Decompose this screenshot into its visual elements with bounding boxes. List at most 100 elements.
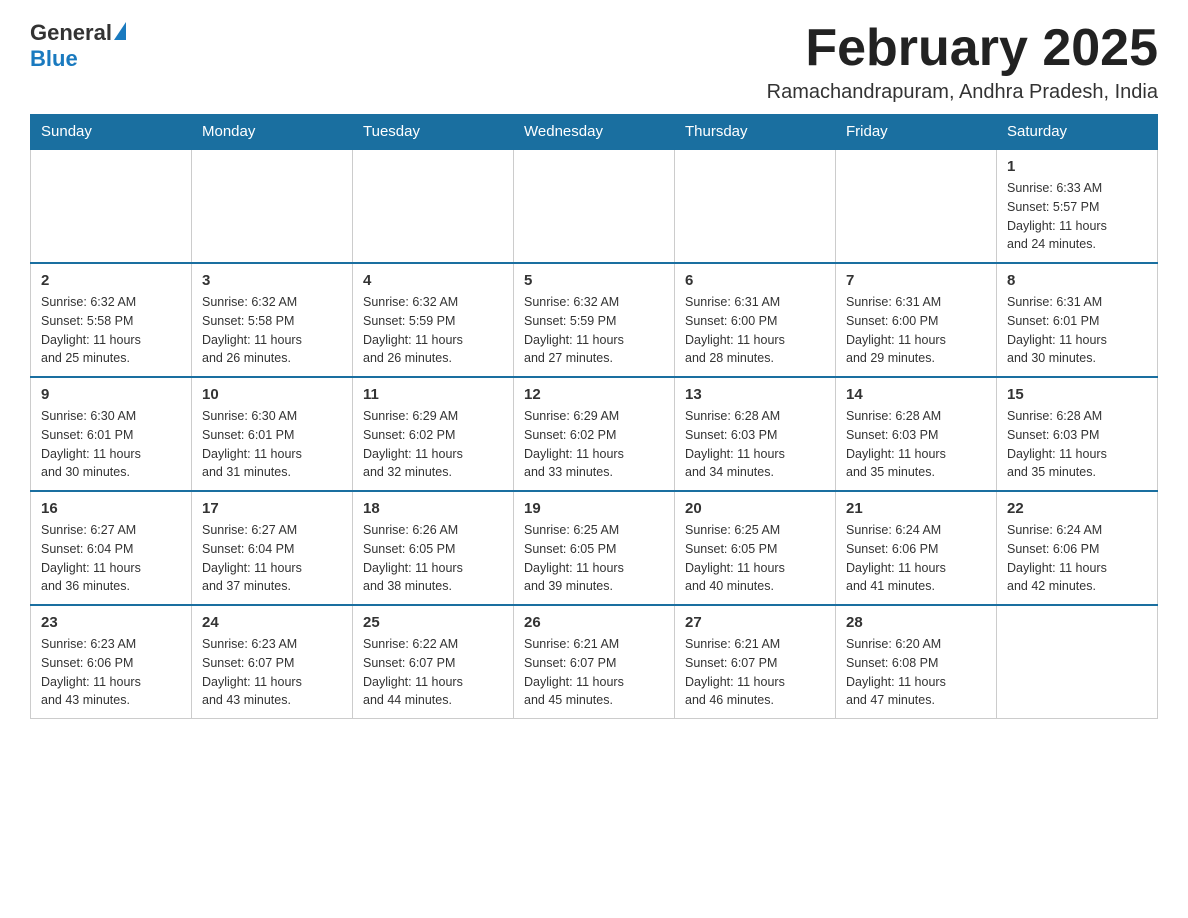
- calendar-cell-w2-d1: 10Sunrise: 6:30 AMSunset: 6:01 PMDayligh…: [192, 377, 353, 491]
- day-info: Sunrise: 6:29 AMSunset: 6:02 PMDaylight:…: [524, 407, 664, 482]
- day-info: Sunrise: 6:24 AMSunset: 6:06 PMDaylight:…: [846, 521, 986, 596]
- calendar-cell-w1-d4: 6 Sunrise: 6:31 AMSunset: 6:00 PMDaylight…: [675, 263, 836, 377]
- calendar-cell-w1-d6: 8 Sunrise: 6:31 AMSunset: 6:01 PMDaylight…: [997, 263, 1158, 377]
- calendar-cell-w3-d6: 22 Sunrise: 6:24 AMSunset: 6:06 PMDayligh…: [997, 491, 1158, 605]
- calendar-cell-w1-d2: 4Sunrise: 6:32 AMSunset: 5:59 PMDaylight…: [353, 263, 514, 377]
- calendar-cell-w4-d3: 26Sunrise: 6:21 AMSunset: 6:07 PMDayligh…: [514, 605, 675, 719]
- day-number: 1: [1007, 158, 1147, 175]
- day-number: 8: [1007, 272, 1147, 289]
- weekday-header-tuesday: Tuesday: [353, 115, 514, 150]
- weekday-header-thursday: Thursday: [675, 115, 836, 150]
- calendar-cell-w0-d6: 1 Sunrise: 6:33 AMSunset: 5:57 PMDaylight…: [997, 149, 1158, 263]
- day-number: 2: [41, 272, 181, 289]
- day-info: Sunrise: 6:32 AMSunset: 5:58 PMDaylight:…: [202, 293, 342, 368]
- weekday-header-monday: Monday: [192, 115, 353, 150]
- day-number: 23: [41, 614, 181, 631]
- day-number: 25: [363, 614, 503, 631]
- day-number: 7: [846, 272, 986, 289]
- day-info: Sunrise: 6:21 AMSunset: 6:07 PMDaylight:…: [524, 635, 664, 710]
- day-number: 5: [524, 272, 664, 289]
- day-info: Sunrise: 6:29 AMSunset: 6:02 PMDaylight:…: [363, 407, 503, 482]
- calendar-table: SundayMondayTuesdayWednesdayThursdayFrid…: [30, 114, 1158, 719]
- logo-general-text: General: [30, 20, 112, 46]
- day-info: Sunrise: 6:28 AMSunset: 6:03 PMDaylight:…: [685, 407, 825, 482]
- weekday-header-friday: Friday: [836, 115, 997, 150]
- weekday-header-row: SundayMondayTuesdayWednesdayThursdayFrid…: [31, 115, 1158, 150]
- location-label: Ramachandrapuram, Andhra Pradesh, India: [767, 81, 1158, 104]
- week-row-0: 1 Sunrise: 6:33 AMSunset: 5:57 PMDaylight…: [31, 149, 1158, 263]
- day-info: Sunrise: 6:25 AMSunset: 6:05 PMDaylight:…: [685, 521, 825, 596]
- calendar-cell-w3-d1: 17 Sunrise: 6:27 AMSunset: 6:04 PMDayligh…: [192, 491, 353, 605]
- day-number: 9: [41, 386, 181, 403]
- calendar-cell-w1-d3: 5 Sunrise: 6:32 AMSunset: 5:59 PMDaylight…: [514, 263, 675, 377]
- calendar-cell-w3-d4: 20 Sunrise: 6:25 AMSunset: 6:05 PMDayligh…: [675, 491, 836, 605]
- calendar-cell-w0-d4: [675, 149, 836, 263]
- day-number: 28: [846, 614, 986, 631]
- day-info: Sunrise: 6:24 AMSunset: 6:06 PMDaylight:…: [1007, 521, 1147, 596]
- logo-blue-text: Blue: [30, 46, 78, 72]
- calendar-cell-w3-d2: 18Sunrise: 6:26 AMSunset: 6:05 PMDayligh…: [353, 491, 514, 605]
- weekday-header-sunday: Sunday: [31, 115, 192, 150]
- day-info: Sunrise: 6:28 AMSunset: 6:03 PMDaylight:…: [846, 407, 986, 482]
- title-section: February 2025 Ramachandrapuram, Andhra P…: [767, 20, 1158, 104]
- day-info: Sunrise: 6:30 AMSunset: 6:01 PMDaylight:…: [41, 407, 181, 482]
- day-info: Sunrise: 6:31 AMSunset: 6:01 PMDaylight:…: [1007, 293, 1147, 368]
- day-number: 16: [41, 500, 181, 517]
- calendar-cell-w4-d4: 27 Sunrise: 6:21 AMSunset: 6:07 PMDayligh…: [675, 605, 836, 719]
- week-row-2: 9 Sunrise: 6:30 AMSunset: 6:01 PMDaylight…: [31, 377, 1158, 491]
- logo-triangle-icon: [114, 22, 126, 40]
- calendar-cell-w1-d0: 2 Sunrise: 6:32 AMSunset: 5:58 PMDaylight…: [31, 263, 192, 377]
- calendar-cell-w0-d5: [836, 149, 997, 263]
- week-row-3: 16 Sunrise: 6:27 AMSunset: 6:04 PMDayligh…: [31, 491, 1158, 605]
- day-number: 24: [202, 614, 342, 631]
- calendar-cell-w3-d0: 16Sunrise: 6:27 AMSunset: 6:04 PMDayligh…: [31, 491, 192, 605]
- day-info: Sunrise: 6:21 AMSunset: 6:07 PMDaylight:…: [685, 635, 825, 710]
- month-title: February 2025: [767, 20, 1158, 77]
- day-info: Sunrise: 6:32 AMSunset: 5:59 PMDaylight:…: [524, 293, 664, 368]
- week-row-1: 2 Sunrise: 6:32 AMSunset: 5:58 PMDaylight…: [31, 263, 1158, 377]
- calendar-cell-w3-d3: 19 Sunrise: 6:25 AMSunset: 6:05 PMDayligh…: [514, 491, 675, 605]
- calendar-cell-w4-d0: 23Sunrise: 6:23 AMSunset: 6:06 PMDayligh…: [31, 605, 192, 719]
- day-number: 12: [524, 386, 664, 403]
- day-info: Sunrise: 6:27 AMSunset: 6:04 PMDaylight:…: [202, 521, 342, 596]
- day-number: 20: [685, 500, 825, 517]
- day-number: 14: [846, 386, 986, 403]
- day-info: Sunrise: 6:31 AMSunset: 6:00 PMDaylight:…: [685, 293, 825, 368]
- day-number: 21: [846, 500, 986, 517]
- calendar-cell-w0-d0: [31, 149, 192, 263]
- day-number: 19: [524, 500, 664, 517]
- calendar-cell-w0-d1: [192, 149, 353, 263]
- day-info: Sunrise: 6:32 AMSunset: 5:58 PMDaylight:…: [41, 293, 181, 368]
- day-number: 15: [1007, 386, 1147, 403]
- day-number: 10: [202, 386, 342, 403]
- day-info: Sunrise: 6:28 AMSunset: 6:03 PMDaylight:…: [1007, 407, 1147, 482]
- calendar-cell-w1-d1: 3 Sunrise: 6:32 AMSunset: 5:58 PMDaylight…: [192, 263, 353, 377]
- calendar-cell-w2-d4: 13 Sunrise: 6:28 AMSunset: 6:03 PMDayligh…: [675, 377, 836, 491]
- day-number: 6: [685, 272, 825, 289]
- day-number: 4: [363, 272, 503, 289]
- calendar-body: 1 Sunrise: 6:33 AMSunset: 5:57 PMDaylight…: [31, 149, 1158, 719]
- weekday-header-wednesday: Wednesday: [514, 115, 675, 150]
- day-info: Sunrise: 6:31 AMSunset: 6:00 PMDaylight:…: [846, 293, 986, 368]
- day-number: 27: [685, 614, 825, 631]
- weekday-header-saturday: Saturday: [997, 115, 1158, 150]
- calendar-cell-w4-d2: 25 Sunrise: 6:22 AMSunset: 6:07 PMDayligh…: [353, 605, 514, 719]
- day-info: Sunrise: 6:22 AMSunset: 6:07 PMDaylight:…: [363, 635, 503, 710]
- logo: General Blue: [30, 20, 126, 72]
- day-number: 3: [202, 272, 342, 289]
- day-number: 11: [363, 386, 503, 403]
- calendar-cell-w1-d5: 7 Sunrise: 6:31 AMSunset: 6:00 PMDaylight…: [836, 263, 997, 377]
- calendar-cell-w2-d3: 12 Sunrise: 6:29 AMSunset: 6:02 PMDayligh…: [514, 377, 675, 491]
- calendar-cell-w0-d2: [353, 149, 514, 263]
- day-number: 13: [685, 386, 825, 403]
- calendar-cell-w4-d1: 24 Sunrise: 6:23 AMSunset: 6:07 PMDayligh…: [192, 605, 353, 719]
- day-info: Sunrise: 6:33 AMSunset: 5:57 PMDaylight:…: [1007, 179, 1147, 254]
- day-info: Sunrise: 6:23 AMSunset: 6:07 PMDaylight:…: [202, 635, 342, 710]
- calendar-cell-w2-d0: 9 Sunrise: 6:30 AMSunset: 6:01 PMDaylight…: [31, 377, 192, 491]
- day-info: Sunrise: 6:25 AMSunset: 6:05 PMDaylight:…: [524, 521, 664, 596]
- day-number: 22: [1007, 500, 1147, 517]
- day-number: 17: [202, 500, 342, 517]
- calendar-cell-w2-d2: 11 Sunrise: 6:29 AMSunset: 6:02 PMDayligh…: [353, 377, 514, 491]
- day-number: 18: [363, 500, 503, 517]
- day-info: Sunrise: 6:20 AMSunset: 6:08 PMDaylight:…: [846, 635, 986, 710]
